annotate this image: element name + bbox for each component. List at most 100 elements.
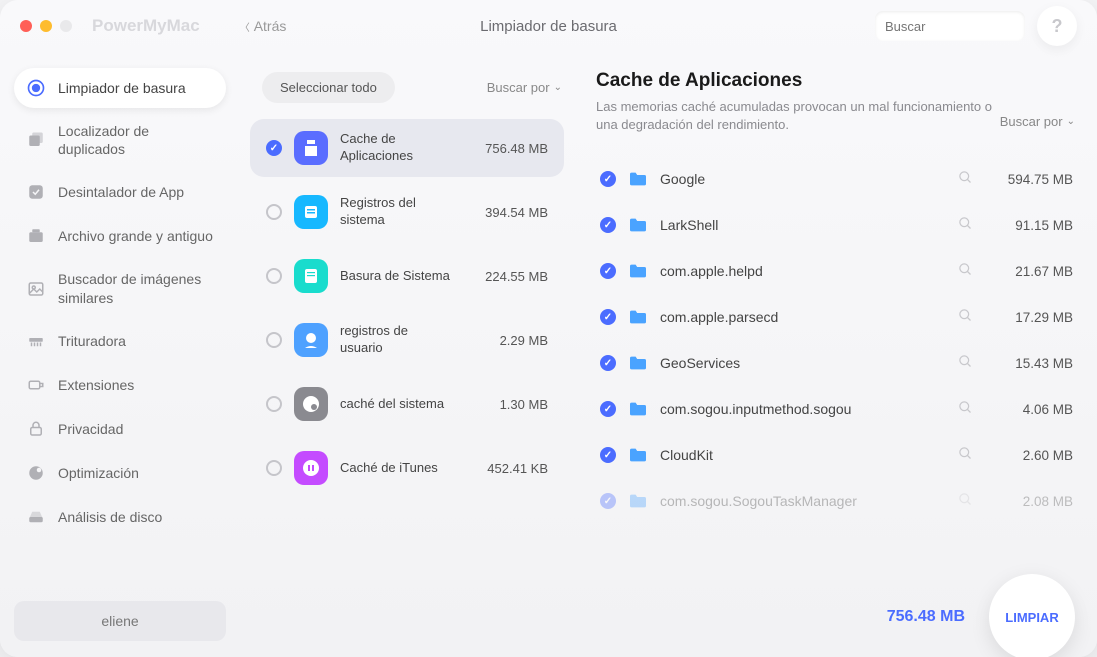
item-size: 21.67 MB: [988, 264, 1073, 279]
category-name: Basura de Sistema: [340, 268, 454, 285]
sidebar-item-optimize[interactable]: Optimización: [14, 453, 226, 493]
category-checkbox[interactable]: [266, 332, 282, 348]
sidebar-item-label: Desintalador de App: [58, 183, 184, 201]
item-checkbox[interactable]: [600, 309, 616, 325]
preview-icon[interactable]: [954, 400, 976, 418]
category-checkbox[interactable]: [266, 140, 282, 156]
chevron-left-icon: 〈: [240, 19, 250, 34]
sidebar-item-large-old[interactable]: Archivo grande y antiguo: [14, 216, 226, 256]
cache-item-row[interactable]: CloudKit2.60 MB: [596, 432, 1077, 478]
sidebar-item-label: Archivo grande y antiguo: [58, 227, 213, 245]
category-checkbox[interactable]: [266, 396, 282, 412]
item-name: com.sogou.inputmethod.sogou: [660, 401, 942, 417]
sidebar-item-label: Análisis de disco: [58, 508, 162, 526]
cache-item-row[interactable]: com.apple.helpd21.67 MB: [596, 248, 1077, 294]
search-box[interactable]: [875, 11, 1025, 41]
category-checkbox[interactable]: [266, 460, 282, 476]
category-icon: [294, 131, 328, 165]
help-button[interactable]: ?: [1037, 6, 1077, 46]
item-checkbox[interactable]: [600, 493, 616, 509]
sidebar-item-label: Localizador de duplicados: [58, 122, 214, 158]
sidebar-item-privacy[interactable]: Privacidad: [14, 409, 226, 449]
cleaner-icon: [26, 78, 46, 98]
sidebar-item-label: Trituradora: [58, 332, 126, 350]
cache-item-row[interactable]: com.apple.parsecd17.29 MB: [596, 294, 1077, 340]
app-name: PowerMyMac: [92, 16, 200, 36]
maximize-window-button[interactable]: [60, 20, 72, 32]
category-row[interactable]: Cache de Aplicaciones756.48 MB: [250, 119, 564, 177]
folder-icon: [628, 263, 648, 279]
item-size: 594.75 MB: [988, 172, 1073, 187]
user-button[interactable]: eliene: [14, 601, 226, 641]
item-checkbox[interactable]: [600, 171, 616, 187]
select-all-button[interactable]: Seleccionar todo: [262, 72, 395, 103]
category-size: 394.54 MB: [466, 205, 548, 220]
search-input[interactable]: [885, 19, 1061, 34]
preview-icon[interactable]: [954, 354, 976, 372]
category-size: 224.55 MB: [466, 269, 548, 284]
folder-icon: [628, 447, 648, 463]
category-icon: [294, 451, 328, 485]
category-row[interactable]: caché del sistema1.30 MB: [250, 375, 564, 433]
total-size: 756.48 MB: [887, 608, 965, 626]
item-size: 91.15 MB: [988, 218, 1073, 233]
category-row[interactable]: Registros del sistema 394.54 MB: [250, 183, 564, 241]
category-icon: [294, 323, 328, 357]
sidebar-item-label: Optimización: [58, 464, 139, 482]
close-window-button[interactable]: [20, 20, 32, 32]
privacy-icon: [26, 419, 46, 439]
shredder-icon: [26, 331, 46, 351]
back-button[interactable]: 〈 Atrás: [240, 18, 287, 34]
titlebar: PowerMyMac 〈 Atrás Limpiador de basura ?: [0, 0, 1097, 52]
detail-title: Cache de Aplicaciones: [596, 70, 1077, 92]
cache-item-row[interactable]: com.sogou.inputmethod.sogou4.06 MB: [596, 386, 1077, 432]
sidebar-item-disk[interactable]: Análisis de disco: [14, 497, 226, 537]
category-row[interactable]: Caché de iTunes452.41 KB: [250, 439, 564, 497]
sidebar-item-uninstaller[interactable]: Desintalador de App: [14, 172, 226, 212]
item-checkbox[interactable]: [600, 401, 616, 417]
sidebar-item-duplicate[interactable]: Localizador de duplicados: [14, 112, 226, 168]
category-name: Registros del sistema: [340, 195, 454, 229]
preview-icon[interactable]: [954, 446, 976, 464]
preview-icon[interactable]: [954, 492, 976, 510]
preview-icon[interactable]: [954, 216, 976, 234]
sidebar: Limpiador de basura Localizador de duplic…: [0, 52, 240, 657]
category-row[interactable]: Basura de Sistema 224.55 MB: [250, 247, 564, 305]
images-icon: [26, 279, 46, 299]
cache-item-row[interactable]: LarkShell91.15 MB: [596, 202, 1077, 248]
clean-button[interactable]: LIMPIAR: [989, 574, 1075, 657]
category-row[interactable]: registros de usuario2.29 MB: [250, 311, 564, 369]
cache-item-row[interactable]: com.sogou.SogouTaskManager2.08 MB: [596, 478, 1077, 524]
preview-icon[interactable]: [954, 170, 976, 188]
item-checkbox[interactable]: [600, 355, 616, 371]
sidebar-item-extensions[interactable]: Extensiones: [14, 365, 226, 405]
folder-icon: [628, 171, 648, 187]
sidebar-item-cleaner[interactable]: Limpiador de basura: [14, 68, 226, 108]
cache-item-row[interactable]: GeoServices15.43 MB: [596, 340, 1077, 386]
category-checkbox[interactable]: [266, 268, 282, 284]
optimize-icon: [26, 463, 46, 483]
preview-icon[interactable]: [954, 262, 976, 280]
disk-icon: [26, 507, 46, 527]
minimize-window-button[interactable]: [40, 20, 52, 32]
item-checkbox[interactable]: [600, 263, 616, 279]
item-name: Google: [660, 171, 942, 187]
extensions-icon: [26, 375, 46, 395]
item-size: 2.08 MB: [988, 494, 1073, 509]
folder-icon: [628, 493, 648, 509]
category-name: Cache de Aplicaciones: [340, 131, 454, 165]
cache-item-row[interactable]: Google 594.75 MB: [596, 156, 1077, 202]
detail-sort-dropdown[interactable]: Buscar por ⌄: [1000, 114, 1075, 129]
category-name: Caché de iTunes: [340, 460, 454, 477]
category-checkbox[interactable]: [266, 204, 282, 220]
sidebar-item-images[interactable]: Buscador de imágenes similares: [14, 260, 226, 316]
preview-icon[interactable]: [954, 308, 976, 326]
sort-dropdown[interactable]: Buscar por ⌄: [487, 80, 562, 95]
category-size: 2.29 MB: [466, 333, 548, 348]
item-checkbox[interactable]: [600, 447, 616, 463]
item-name: GeoServices: [660, 355, 942, 371]
duplicate-icon: [26, 130, 46, 150]
chevron-down-icon: ⌄: [554, 82, 562, 93]
item-checkbox[interactable]: [600, 217, 616, 233]
sidebar-item-shredder[interactable]: Trituradora: [14, 321, 226, 361]
